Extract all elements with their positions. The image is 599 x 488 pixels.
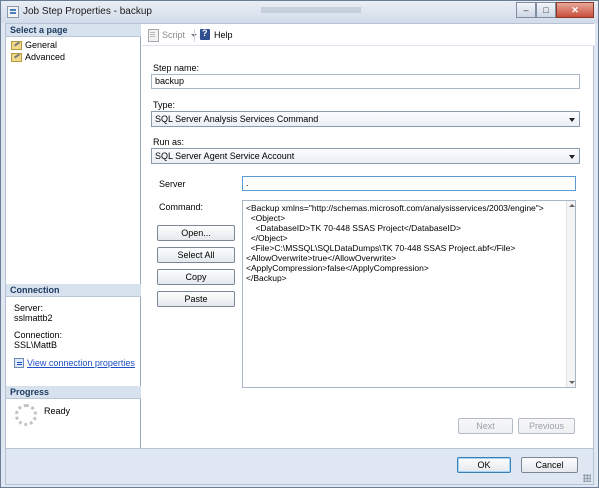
help-button[interactable]: Help [200,28,233,41]
minimize-button[interactable]: – [516,2,536,18]
select-page-header: Select a page [6,24,141,37]
run-as-select-value: SQL Server Agent Service Account [155,151,295,161]
command-line: <AllowOverwrite>true</AllowOverwrite> [246,253,397,263]
page-item-general[interactable]: General [11,39,57,51]
command-line: </Object> [246,233,288,243]
copy-button[interactable]: Copy [157,269,235,285]
wrench-icon [11,52,22,62]
chevron-down-icon [569,118,575,122]
window-title: Job Step Properties - backup [23,6,152,17]
maximize-button[interactable]: □ [536,2,556,18]
connection-header: Connection [6,284,141,297]
connection-value: SSL\MattB [14,340,58,350]
close-button[interactable]: ✕ [556,2,594,18]
dialog-footer: OK Cancel [6,448,593,484]
scroll-up-icon[interactable] [569,204,575,207]
connection-properties-icon [14,358,24,368]
view-connection-properties-link[interactable]: View connection properties [14,358,135,368]
help-icon [200,28,211,41]
progress-spinner-icon [15,404,37,426]
command-line: <ApplyCompression>false</ApplyCompressio… [246,263,429,273]
page-item-label: General [25,40,58,50]
command-line: <DatabaseID>TK 70-448 SSAS Project</Data… [246,223,461,233]
next-button[interactable]: Next [458,418,513,434]
progress-status: Ready [44,406,71,416]
type-select-value: SQL Server Analysis Services Command [155,114,319,124]
ok-button[interactable]: OK [457,457,511,473]
step-name-input[interactable]: backup [151,74,580,89]
progress-header: Progress [6,386,141,399]
title-bar: Job Step Properties - backup – □ ✕ [1,1,598,23]
run-as-select[interactable]: SQL Server Agent Service Account [151,148,580,164]
title-bar-ghost [261,7,361,13]
resize-grip-icon[interactable] [583,474,591,482]
type-select[interactable]: SQL Server Analysis Services Command [151,111,580,127]
open-button[interactable]: Open... [157,225,235,241]
page-item-advanced[interactable]: Advanced [11,51,65,63]
previous-button[interactable]: Previous [518,418,575,434]
command-label: Command: [159,202,204,212]
command-line: </Backup> [246,273,287,283]
script-icon [147,29,159,42]
command-scrollbar[interactable] [566,201,575,387]
server-field-label: Server [159,179,186,189]
script-button[interactable]: Script [147,29,198,42]
help-label: Help [214,30,233,40]
command-line: <Object> [246,213,286,223]
dialog-client-area: Select a page General Advanced Connectio… [5,23,595,485]
job-step-properties-window: Job Step Properties - backup – □ ✕ Selec… [0,0,599,488]
script-label: Script [162,30,186,40]
wrench-icon [11,40,22,50]
command-line: <File>C:\MSSQL\SQLDataDumps\TK 70-448 SS… [246,243,516,253]
server-input[interactable]: . [242,176,576,191]
chevron-down-icon [569,155,575,159]
scroll-down-icon[interactable] [569,381,575,384]
paste-button[interactable]: Paste [157,291,235,307]
toolbar: Script Help [142,24,595,46]
step-name-label: Step name: [153,63,200,73]
server-label: Server: [14,303,44,313]
page-item-label: Advanced [25,52,66,62]
type-label: Type: [153,100,176,110]
server-value: sslmattb2 [14,313,53,323]
view-connection-properties-label: View connection properties [27,358,135,368]
select-all-button[interactable]: Select All [157,247,235,263]
left-pane: Select a page General Advanced Connectio… [6,24,141,448]
window-controls: – □ ✕ [516,2,594,18]
command-line: <Backup xmlns="http://schemas.microsoft.… [246,203,544,213]
window-icon [7,6,19,18]
connection-label: Connection: [14,330,63,340]
command-textarea[interactable]: <Backup xmlns="http://schemas.microsoft.… [242,200,576,388]
run-as-label: Run as: [153,137,185,147]
toolbar-separator [194,29,195,42]
cancel-button[interactable]: Cancel [521,457,578,473]
